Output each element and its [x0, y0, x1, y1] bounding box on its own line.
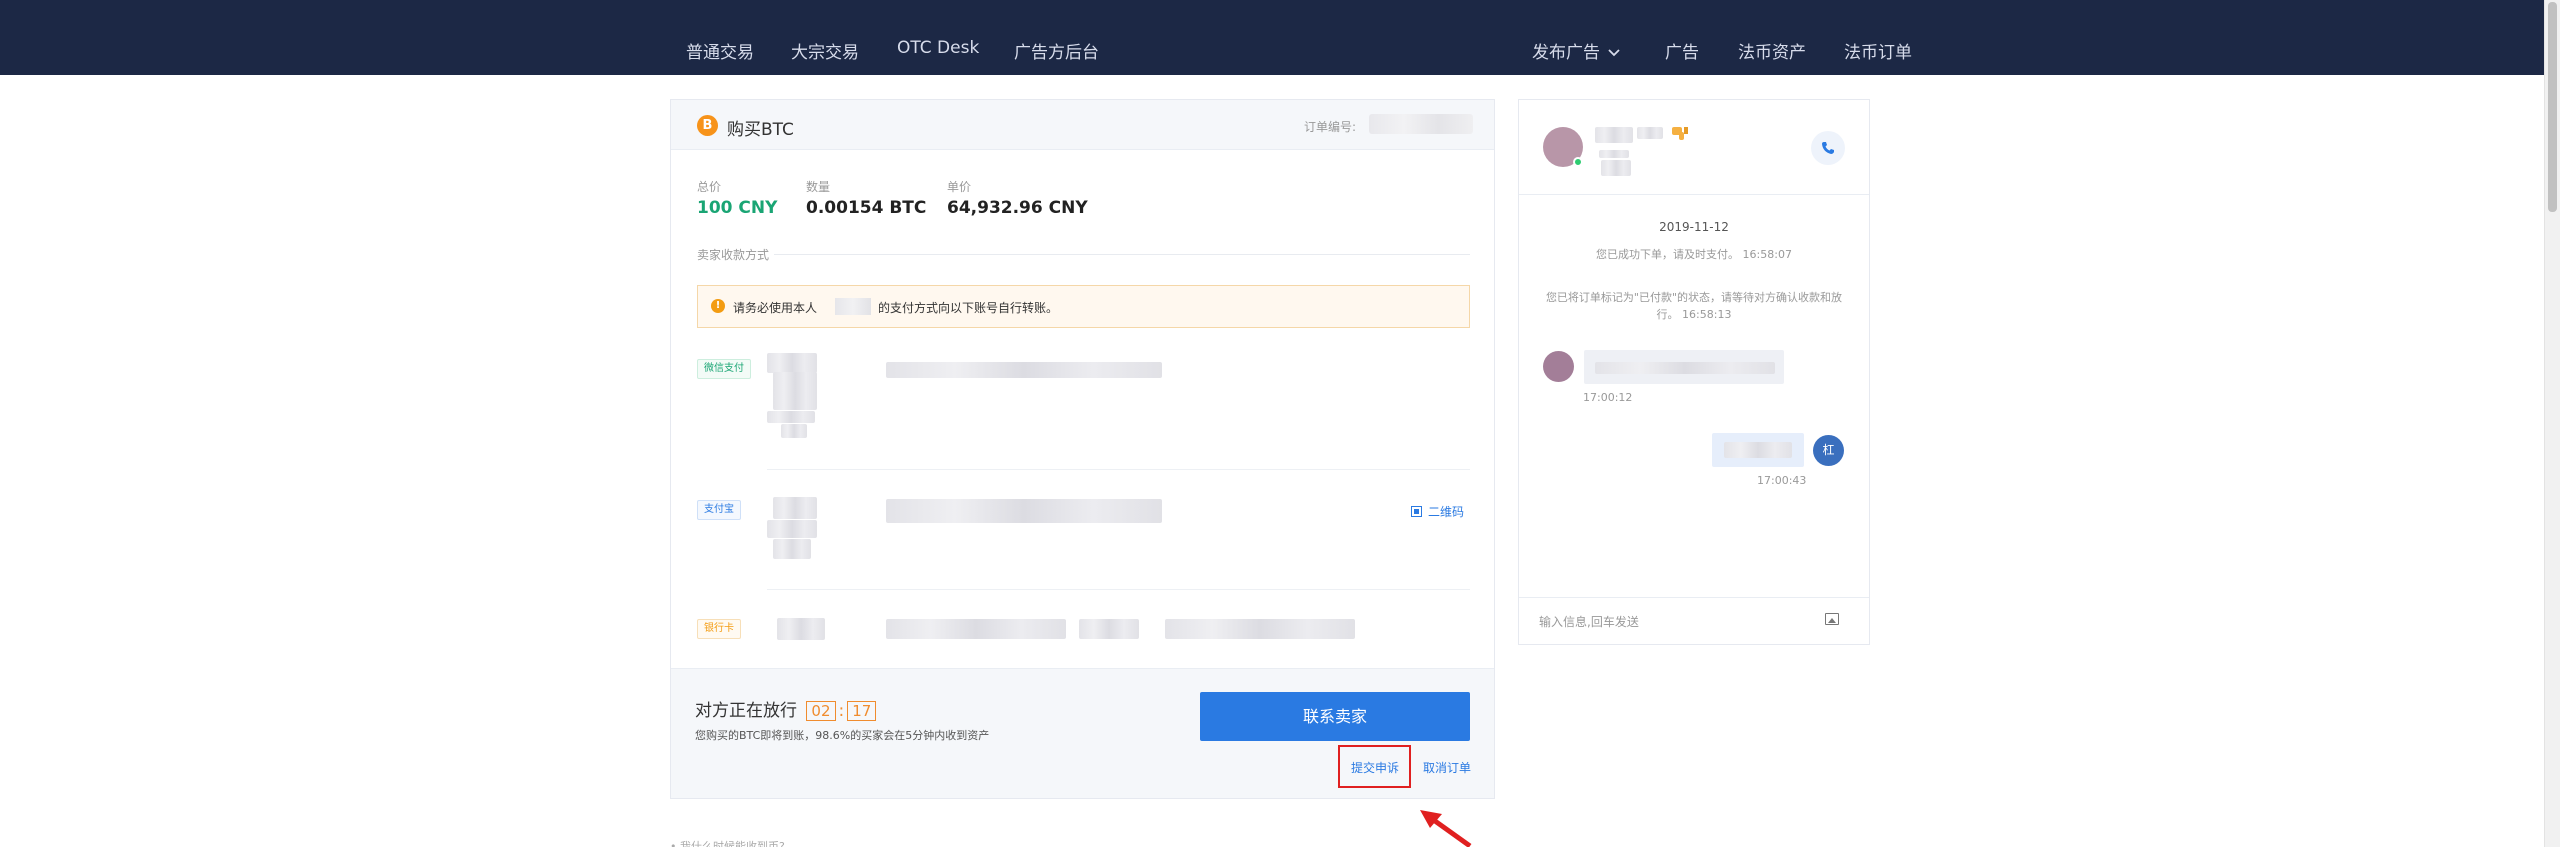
outgoing-message-time: 17:00:43: [1757, 474, 1807, 487]
order-status-footer: 对方正在放行 02:17 您购买的BTC即将到账，98.6%的买家会在5分钟内收…: [671, 668, 1494, 798]
nav-advertiser-backend[interactable]: 广告方后台: [1014, 38, 1099, 63]
release-status-label: 对方正在放行: [695, 701, 797, 721]
section-divider: [774, 254, 1470, 255]
faq-hint[interactable]: • 我什么时候能收到币?: [670, 838, 830, 847]
online-status-dot: [1573, 157, 1583, 167]
wechat-pay-tag: 微信支付: [697, 359, 751, 379]
notice-text-end: 的支付方式向以下账号自行转账。: [878, 301, 1059, 315]
system-message: 您已成功下单，请及时支付。 16:58:07: [1596, 248, 1792, 261]
page-scrollbar[interactable]: [2544, 0, 2560, 847]
order-title: 购买BTC: [727, 120, 794, 140]
qr-code-label: 二维码: [1428, 505, 1465, 519]
chat-panel: 2019-11-12 您已成功下单，请及时支付。 16:58:07 您已将订单标…: [1518, 99, 1870, 645]
phone-call-button[interactable]: [1811, 131, 1845, 165]
payment-section-label: 卖家收款方式: [697, 248, 770, 262]
redacted-bank-account: [1165, 619, 1355, 639]
redacted-seller-name: [1637, 127, 1663, 139]
row-divider: [767, 589, 1470, 590]
redacted-outgoing-message: [1724, 442, 1792, 458]
total-price-label: 总价: [697, 180, 722, 194]
quantity-value: 0.00154 BTC: [806, 198, 927, 218]
timer-seconds: 17: [847, 701, 877, 721]
warning-icon: !: [711, 299, 725, 313]
redacted-account: [767, 411, 815, 423]
order-number-redacted: [1369, 114, 1473, 134]
nav-regular-trading[interactable]: 普通交易: [686, 38, 754, 63]
chat-message-input[interactable]: [1539, 612, 1819, 632]
redacted-account-number: [886, 499, 1162, 523]
nav-post-ad[interactable]: 发布广告: [1532, 38, 1620, 63]
quantity-label: 数量: [806, 180, 831, 194]
redacted-account: [781, 424, 807, 438]
image-upload-icon[interactable]: [1825, 613, 1839, 625]
chat-input-area: [1519, 597, 1869, 644]
phone-icon: [1822, 142, 1834, 154]
redacted-name: [835, 298, 871, 315]
contact-seller-button[interactable]: 联系卖家: [1200, 692, 1470, 741]
total-price-value: 100 CNY: [697, 198, 778, 218]
system-message: 您已将订单标记为"已付款"的状态，请等待对方确认收款和放行。 16:58:13: [1545, 291, 1843, 321]
appeal-highlight-box: 提交申诉: [1338, 745, 1411, 788]
redacted-incoming-message: [1595, 362, 1775, 374]
nav-ads[interactable]: 广告: [1665, 38, 1699, 63]
order-header: B 购买BTC 订单编号:: [671, 100, 1494, 150]
row-divider: [767, 469, 1470, 470]
chevron-down-icon: [1608, 49, 1620, 57]
top-nav-bar: 普通交易 大宗交易 OTC Desk 广告方后台 发布广告 广告 法币资产 法币…: [0, 0, 2544, 75]
order-panel: B 购买BTC 订单编号: 总价 100 CNY 数量 0.00154 BTC …: [670, 99, 1495, 799]
payment-notice: ! 请务必使用本人 的支付方式向以下账号自行转账。: [697, 285, 1470, 328]
redacted-account-number: [886, 362, 1162, 378]
timer-separator: :: [838, 701, 845, 721]
redacted-bank-holder: [1079, 619, 1139, 639]
qr-code-icon: [1411, 506, 1422, 517]
release-status: 对方正在放行 02:17: [695, 696, 877, 721]
nav-otc-desk[interactable]: OTC Desk: [897, 38, 979, 58]
scrollbar-thumb[interactable]: [2548, 2, 2557, 212]
bank-card-tag: 银行卡: [697, 619, 741, 639]
redacted-account: [773, 539, 811, 559]
bitcoin-icon: B: [697, 115, 718, 136]
redacted-account: [773, 497, 817, 519]
redacted-account: [767, 520, 817, 538]
redacted-bank-name: [886, 619, 1066, 639]
qr-code-link[interactable]: 二维码: [1411, 503, 1464, 520]
redacted-seller-name: [1595, 127, 1633, 143]
nav-fiat-assets[interactable]: 法币资产: [1738, 38, 1806, 63]
incoming-message-time: 17:00:12: [1583, 391, 1633, 404]
order-number-label: 订单编号:: [1304, 120, 1357, 134]
redacted-account: [767, 353, 817, 373]
release-status-description: 您购买的BTC即将到账，98.6%的买家会在5分钟内收到资产: [695, 729, 990, 742]
seller-message-avatar: [1543, 351, 1574, 382]
nav-post-ad-label: 发布广告: [1532, 43, 1600, 63]
unit-price-label: 单价: [947, 180, 972, 194]
unit-price-value: 64,932.96 CNY: [947, 198, 1088, 218]
cancel-order-link[interactable]: 取消订单: [1423, 759, 1471, 776]
my-avatar: 杠: [1813, 435, 1844, 466]
nav-fiat-orders[interactable]: 法币订单: [1844, 38, 1912, 63]
nav-block-trading[interactable]: 大宗交易: [791, 38, 859, 63]
alipay-tag: 支付宝: [697, 500, 741, 520]
submit-appeal-link[interactable]: 提交申诉: [1351, 759, 1399, 776]
redacted-account: [777, 618, 825, 640]
chat-header: [1519, 100, 1869, 195]
notice-text-start: 请务必使用本人: [733, 301, 818, 315]
redacted-seller-info: [1601, 160, 1631, 176]
chat-date: 2019-11-12: [1659, 220, 1729, 234]
redacted-account: [773, 372, 817, 410]
red-arrow-annotation: [1420, 810, 1472, 847]
thumbs-down-icon: [1672, 127, 1688, 140]
timer-minutes: 02: [806, 701, 836, 721]
redacted-seller-info: [1599, 150, 1629, 158]
